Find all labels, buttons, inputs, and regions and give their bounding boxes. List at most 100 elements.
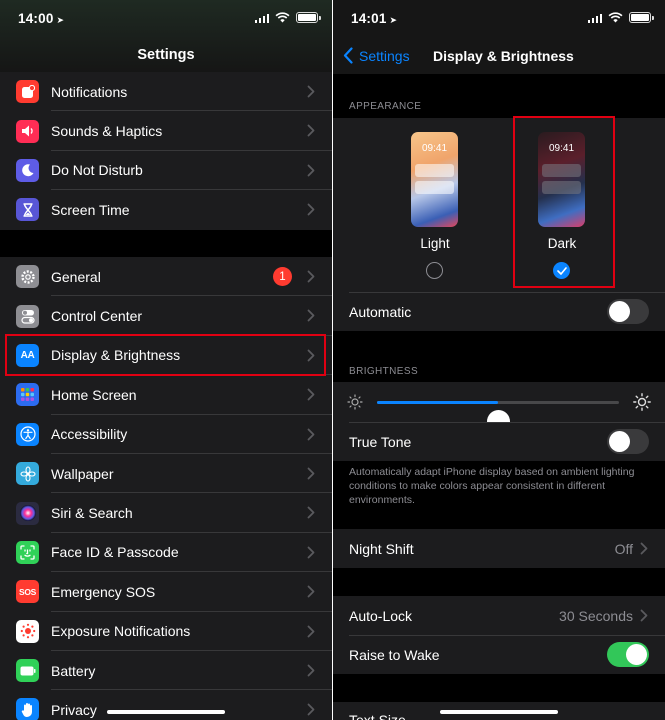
chevron-right-icon [307,625,315,637]
brightness-slider[interactable] [377,401,619,433]
brightness-section-header: BRIGHTNESS [349,366,419,377]
page-title: Settings [137,47,195,63]
row-label: Notifications [51,83,128,100]
status-bar: 14:01 ➤ [333,0,665,38]
settings-row-emergency-sos[interactable]: SOS Emergency SOS [0,572,332,612]
true-tone-description: Automatically adapt iPhone display based… [349,466,635,507]
night-shift-row[interactable]: Night Shift Off [333,529,665,568]
brightness-slider-row [333,382,665,433]
automatic-row[interactable]: Automatic [333,292,665,331]
settings-group-1: Notifications Sounds & Haptics Do Not Dist… [0,72,332,230]
speaker-icon [16,119,39,143]
sun-large-icon [633,393,651,411]
automatic-toggle[interactable] [607,299,649,324]
accessibility-icon [16,422,39,446]
chevron-left-icon [343,47,353,64]
settings-row-notifications[interactable]: Notifications [0,72,332,112]
settings-screen: 14:00 ➤ Settings Notifications Sounds & Ha… [0,0,332,720]
raise-to-wake-toggle[interactable] [607,642,649,667]
siri-icon [16,501,39,525]
text-size-label: Text Size [349,712,406,720]
sun-small-icon [347,394,363,410]
notifications-icon [16,80,39,104]
settings-row-sounds-haptics[interactable]: Sounds & Haptics [0,111,332,151]
settings-row-do-not-disturb[interactable]: Do Not Disturb [0,151,332,191]
gear-icon [16,265,39,289]
location-icon: ➤ [389,15,398,25]
chevron-right-icon [307,203,315,216]
back-button[interactable]: Settings [343,47,410,64]
status-time: 14:01 [351,11,387,26]
settings-row-accessibility[interactable]: Accessibility [0,415,332,454]
chevron-right-icon [640,609,648,622]
home-indicator [107,710,225,714]
settings-row-face-id-passcode[interactable]: Face ID & Passcode [0,533,332,573]
chevron-right-icon [307,124,315,137]
cellular-signal-icon [587,13,602,23]
light-mode-radio[interactable] [426,262,443,279]
chevron-right-icon [307,506,315,519]
battery-icon [16,659,39,683]
settings-row-control-center[interactable]: Control Center [0,296,332,336]
battery-status-icon [296,12,321,23]
home-indicator [440,710,558,714]
highlight-dark-mode [513,116,615,288]
cellular-signal-icon [254,13,269,23]
chevron-right-icon [307,309,315,322]
settings-group-2: General 1 Control Center AA Display & Bright… [0,257,332,720]
chevron-right-icon [307,388,315,401]
settings-row-wallpaper[interactable]: Wallpaper [0,454,332,494]
row-label: Siri & Search [51,505,133,522]
row-label: Home Screen [51,386,137,403]
true-tone-row[interactable]: True Tone [333,422,665,461]
settings-header: 14:00 ➤ Settings [0,0,332,74]
status-time: 14:00 [18,11,54,26]
settings-row-privacy[interactable]: Privacy [0,690,332,720]
settings-row-siri-search[interactable]: Siri & Search [0,493,332,533]
settings-row-exposure-notifications[interactable]: Exposure Notifications [0,612,332,651]
toggles-icon [16,304,39,328]
true-tone-label: True Tone [349,433,412,450]
status-bar: 14:00 ➤ [0,0,332,38]
hand-icon [16,698,39,720]
settings-row-home-screen[interactable]: Home Screen [0,375,332,415]
battery-status-icon [629,12,654,23]
auto-lock-row[interactable]: Auto-Lock 30 Seconds [333,596,665,635]
chevron-right-icon [307,270,315,283]
row-label: Face ID & Passcode [51,544,179,561]
preview-time: 09:41 [421,143,448,154]
row-label: Wallpaper [51,465,114,482]
true-tone-toggle[interactable] [607,429,649,454]
light-mode-preview[interactable]: 09:41 [411,132,458,227]
light-mode-label: Light [420,236,450,251]
location-icon: ➤ [56,15,65,25]
automatic-label: Automatic [349,303,412,320]
row-label: Privacy [51,701,97,718]
appearance-picker: 09:41 Light 09:41 Dark [333,116,665,292]
navigation-bar: Settings Display & Brightness [333,38,665,74]
sos-icon: SOS [16,580,39,604]
chevron-right-icon [307,85,315,98]
auto-lock-value: 30 Seconds [559,607,633,624]
highlight-display-brightness [5,334,326,376]
chevron-right-icon [307,585,315,598]
settings-row-battery[interactable]: Battery [0,651,332,691]
app-grid-icon [16,383,39,407]
chevron-right-icon [307,546,315,559]
settings-row-general[interactable]: General 1 [0,257,332,297]
row-label: Control Center [51,308,143,325]
row-label: Exposure Notifications [51,623,191,640]
chevron-right-icon [307,664,315,677]
page-title: Display & Brightness [433,48,574,64]
display-brightness-screen: 14:01 ➤ Settings Display & Brightness APP… [333,0,665,720]
raise-to-wake-row[interactable]: Raise to Wake [333,635,665,674]
row-label: Screen Time [51,201,130,218]
raise-to-wake-label: Raise to Wake [349,646,440,663]
row-label: Accessibility [51,426,128,443]
chevron-right-icon [307,467,315,480]
exposure-icon [16,619,39,643]
settings-row-screen-time[interactable]: Screen Time [0,190,332,229]
wifi-icon [608,12,623,23]
chevron-right-icon [307,164,315,177]
row-label: General [51,268,101,285]
